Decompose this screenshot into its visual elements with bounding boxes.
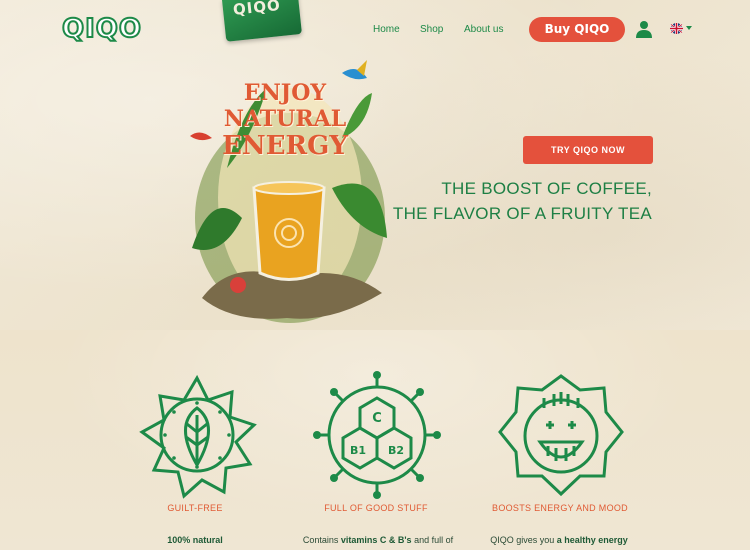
feature-desc-energy-mood: QIQO gives you a healthy energy xyxy=(444,535,674,545)
nav-shop[interactable]: Shop xyxy=(420,24,443,35)
uk-flag-icon[interactable] xyxy=(670,23,683,34)
vitamin-b1-label: B1 xyxy=(350,444,366,457)
try-qiqo-button[interactable]: TRY QIQO NOW xyxy=(523,136,653,164)
leaf-sun-icon xyxy=(139,374,257,499)
nav-home[interactable]: Home xyxy=(373,24,400,35)
tagline-line2: THE FLAVOR OF A FRUITY TEA xyxy=(392,204,652,223)
site-logo[interactable]: QIQO xyxy=(61,13,142,45)
feature-title-good-stuff: FULL OF GOOD STUFF xyxy=(324,503,428,513)
feature-desc-prefix: Contains xyxy=(302,535,341,545)
hero-title: ENJOY NATURAL ENERGY xyxy=(190,80,380,160)
smiling-sun-face-icon xyxy=(498,374,624,497)
tagline-line1: THE BOOST OF COFFEE, xyxy=(441,179,652,198)
hero-tagline: THE BOOST OF COFFEE, THE FLAVOR OF A FRU… xyxy=(393,176,652,226)
chevron-down-icon[interactable] xyxy=(686,26,692,31)
feature-desc-prefix: QIQO gives you xyxy=(490,535,557,545)
buy-button[interactable]: Buy QIQO xyxy=(529,17,625,42)
product-pack-logo: QIQO xyxy=(232,0,282,19)
vitamin-c-label: C xyxy=(372,411,382,426)
feature-desc-bold: 100% natural xyxy=(167,535,223,545)
nav-about[interactable]: About us xyxy=(464,24,503,35)
feature-desc-bold: vitamins C & B's xyxy=(340,535,412,545)
hero-title-line1: ENJOY xyxy=(243,80,327,106)
vitamin-molecule-icon: C B1 B2 xyxy=(313,371,441,499)
vitamin-b2-label: B2 xyxy=(388,444,404,457)
feature-desc-bold: a healthy energy xyxy=(556,535,628,545)
feature-title-guilt-free: GUILT-FREE xyxy=(167,503,223,513)
hero-title-line2: NATURAL xyxy=(223,106,347,132)
feature-title-energy-mood: BOOSTS ENERGY AND MOOD xyxy=(492,503,628,513)
user-icon[interactable] xyxy=(636,20,652,38)
hero-title-line3: ENERGY xyxy=(222,131,348,161)
